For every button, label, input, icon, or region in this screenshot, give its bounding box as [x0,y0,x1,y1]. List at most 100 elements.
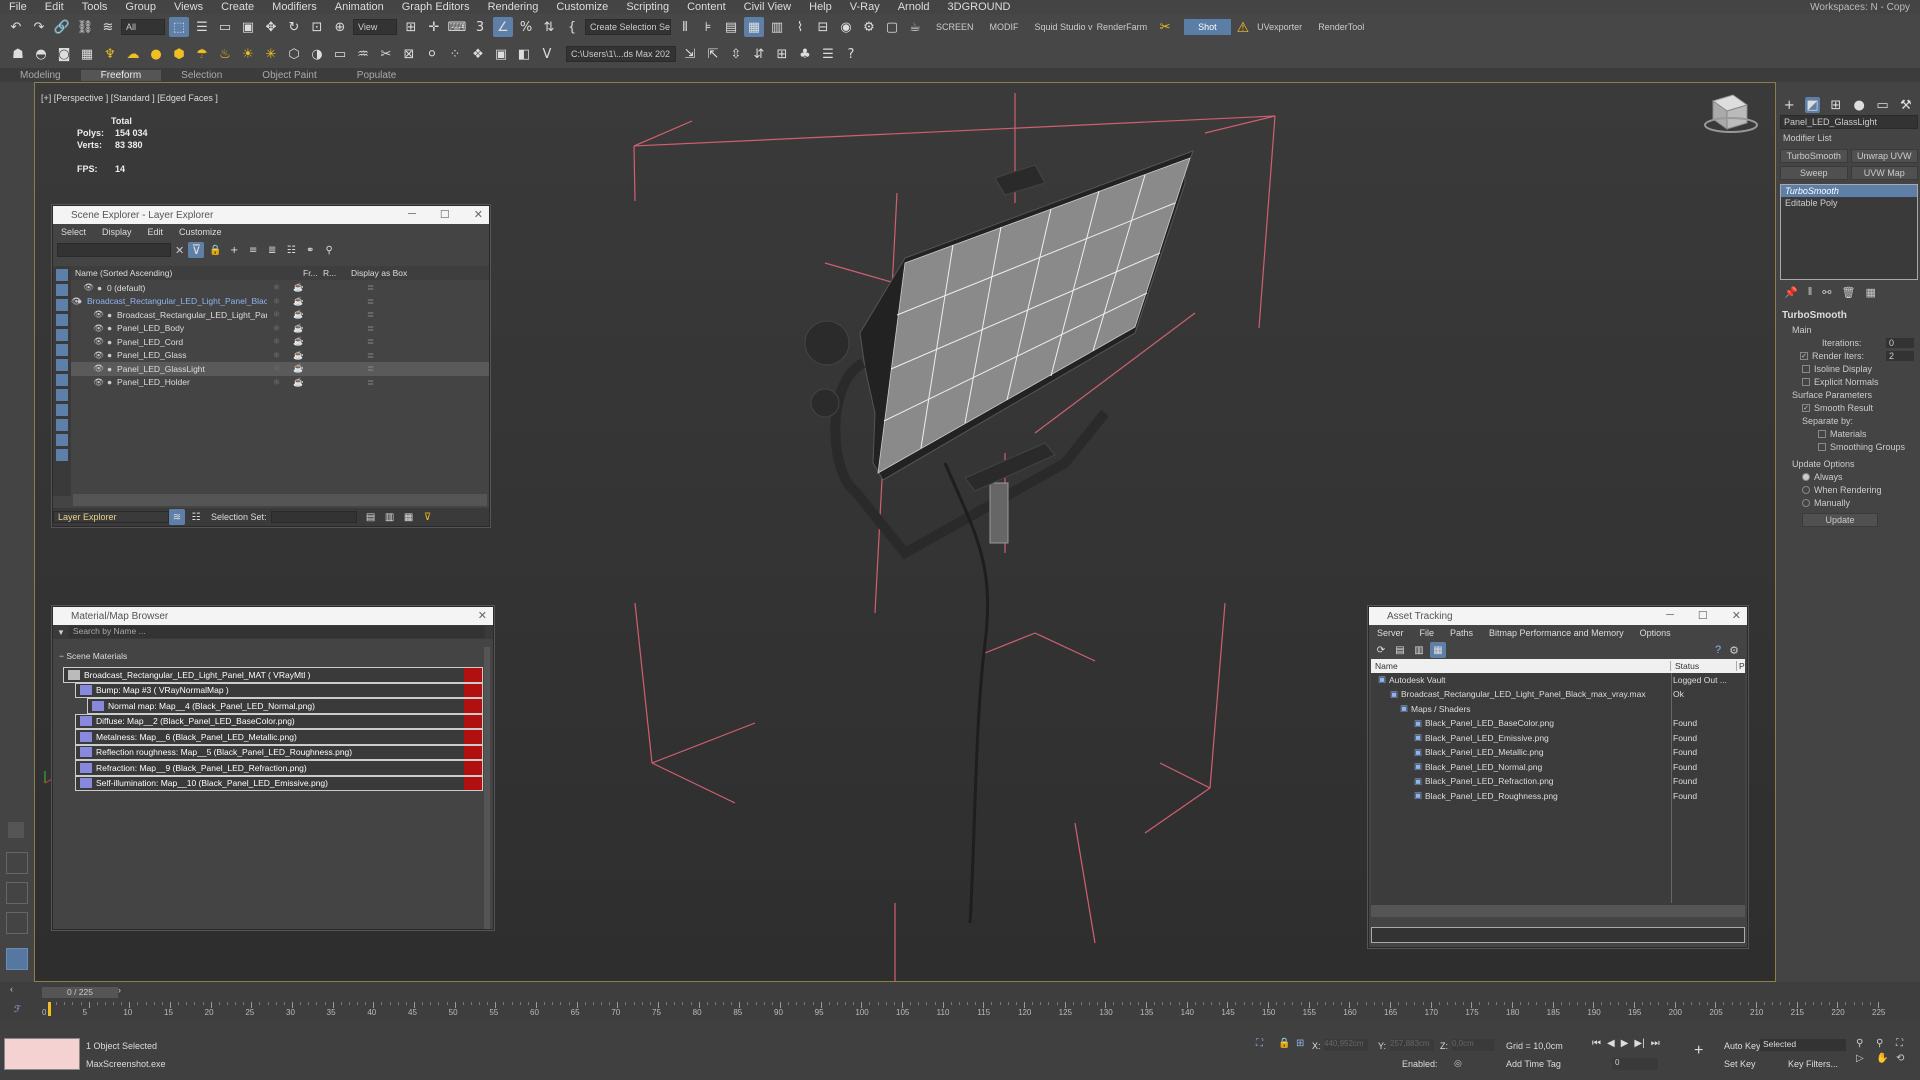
filter-icon[interactable]: ⊽ [188,242,205,258]
layer-row[interactable]: 👁● Broadcast_Rectangular_LED_Light_Panel_… [71,308,489,322]
display-lights-icon[interactable] [56,314,68,326]
go-end-icon[interactable]: ⏭ [1651,1038,1660,1049]
shot-button[interactable]: Shot [1184,19,1231,35]
schematic-view-icon[interactable]: ⊟ [813,17,833,37]
minimize-icon[interactable]: ─ [1666,609,1674,622]
display-cameras-icon[interactable] [56,329,68,341]
turbosmooth-rollout-title[interactable]: TurboSmooth [1778,308,1920,323]
scale-icon[interactable]: ⊡ [307,17,327,37]
mini-curve-icon[interactable]: ℱ [14,1004,21,1015]
box-icon[interactable]: ≣ [367,363,374,374]
menu-item[interactable]: Scripting [617,1,678,13]
ribbon-tab[interactable]: Object Paint [242,70,336,81]
material-browser-icon[interactable]: ❖ [468,44,488,64]
visibility-eye-icon[interactable]: 👁 [71,377,107,388]
uvw-map-button[interactable]: UVW Map [1850,166,1918,180]
layer-row[interactable]: 👁 ● Panel_LED_Holder ❄ ☕ ≣ [71,376,489,390]
current-time-marker[interactable] [48,1002,51,1016]
fur-icon[interactable]: ♒ [353,44,373,64]
sel-filter-icon[interactable]: ⊽ [420,509,436,525]
undo-icon[interactable]: ↶ [6,17,26,37]
asset-path-field[interactable] [1371,927,1745,943]
current-frame-field[interactable]: 0 [1612,1058,1658,1070]
display-objects-icon[interactable] [56,269,68,281]
layers-icon-4[interactable]: ⚭ [302,242,318,258]
menu-item[interactable]: V-Ray [841,1,889,13]
remove-modifier-icon[interactable]: 🗑 [1841,286,1855,299]
material-scrollbar[interactable] [484,647,490,929]
render-teapot-icon[interactable]: ☕ [293,309,304,320]
screen-button[interactable]: SCREEN [936,22,974,32]
maximize-icon[interactable]: ☐ [440,208,450,221]
display-shapes-icon[interactable] [56,299,68,311]
zoom-extents-icon[interactable]: ⛶ [1896,1038,1914,1049]
update-button[interactable]: Update [1802,513,1878,527]
hierarchy-mode-icon[interactable]: ☷ [188,509,204,525]
display-containers-icon[interactable] [56,419,68,431]
sweep-button[interactable]: Sweep [1780,166,1848,180]
light-icon[interactable]: ♆ [100,44,120,64]
teapot-icon[interactable]: ☗ [8,44,28,64]
visibility-eye-icon[interactable]: 👁 [71,323,107,334]
explorer-type-dropdown[interactable]: Layer Explorer [53,511,169,523]
menu-item[interactable]: Views [165,1,212,13]
display-frozen-icon[interactable] [56,434,68,446]
play-icon[interactable]: ▶ [1621,1038,1629,1049]
ies-light-icon[interactable]: ♨ [215,44,235,64]
asset-row[interactable]: ▣ Black_Panel_LED_Refraction.png Found [1371,775,1745,789]
prev-frame-icon[interactable]: ‹ [10,984,13,994]
visibility-eye-icon[interactable]: 👁 [71,309,107,320]
render-teapot-icon[interactable]: ☕ [293,323,304,334]
tree-icon[interactable]: ♣ [795,44,815,64]
mirror-icon[interactable]: ⫴ [675,17,695,37]
asset-tracking-titlebar[interactable]: Asset Tracking ─ ☐ ✕ [1369,607,1747,625]
list-view-icon[interactable]: ▤ [1392,642,1408,658]
help-icon[interactable]: ? [1715,644,1721,657]
unlink-icon[interactable]: ⛓ [75,17,95,37]
next-frame-icon[interactable]: › [118,985,121,995]
scene-explorer-icon[interactable]: ▦ [744,17,764,37]
asset-row[interactable]: ▣ Black_Panel_LED_BaseColor.png Found [1371,717,1745,731]
minimize-icon[interactable]: ─ [408,208,416,221]
ribbon-tab[interactable]: Modeling [0,70,81,81]
menu-item[interactable]: Animation [326,1,393,13]
modif-button[interactable]: MODIF [990,22,1019,32]
explicit-normals-checkbox[interactable] [1802,377,1810,386]
smooth-result-checkbox[interactable]: ✓ [1802,403,1810,412]
zoom-icon[interactable]: ⚲ [1856,1038,1874,1049]
list-icon[interactable]: ☰ [818,44,838,64]
render-teapot-icon[interactable]: ☕ [293,363,304,374]
menu-item[interactable]: File [0,1,36,13]
stack-item-turbosmooth[interactable]: TurboSmooth [1781,185,1917,197]
squid-button[interactable]: Squid Studio v [1035,22,1093,32]
render-setup-icon[interactable]: ⚙ [859,17,879,37]
visibility-eye-icon[interactable]: 👁 [71,363,107,374]
pin-stack-icon[interactable]: 📌 [1784,286,1798,299]
vray-icon[interactable]: V [537,44,557,64]
material-grid-icon[interactable]: ⁘ [445,44,465,64]
layer-mode-icon[interactable]: ≋ [169,509,185,525]
zoom-all-icon[interactable]: ⚲ [1876,1038,1894,1049]
col-box-header[interactable]: Display as Box [351,268,407,278]
table-view-icon[interactable]: ▦ [1430,642,1446,658]
layer-row[interactable]: 👁 ● Panel_LED_Glass ❄ ☕ ≣ [71,349,489,363]
box-icon[interactable]: ≣ [367,377,374,388]
detail-view-icon[interactable]: ▥ [1411,642,1427,658]
asset-row[interactable]: ▣ Black_Panel_LED_Emissive.png Found [1371,731,1745,746]
material-row[interactable]: Metalness: Map__6 (Black_Panel_LED_Metal… [75,729,483,745]
scene-states-icon[interactable]: ⊞ [772,44,792,64]
modifier-list-dropdown[interactable]: Modifier List [1780,131,1918,145]
asset-menu-item[interactable]: Options [1632,628,1679,638]
prev-key-icon[interactable]: ◀ [1607,1038,1615,1049]
stack-item-editable-poly[interactable]: Editable Poly [1781,197,1917,209]
folder-open-icon[interactable]: ⇲ [680,44,700,64]
asset-menu-item[interactable]: Server [1369,628,1412,638]
timeline-ticks[interactable]: 0 5 10 15 20 25 30 35 40 45 50 55 60 65 70 75 80 85 90 95 10… [42,1002,1896,1020]
display-tab-icon[interactable]: ▭ [1875,97,1889,113]
layers-icon-5[interactable]: ⚲ [321,242,337,258]
z-coord-field[interactable]: 0,0cm [1452,1039,1494,1051]
freeze-icon[interactable]: ❄ [273,282,280,293]
angle-snap-icon[interactable]: ∠ [493,17,513,37]
sparkle-icon[interactable]: ✳ [261,44,281,64]
explorer-menu-item[interactable]: Select [53,227,94,237]
